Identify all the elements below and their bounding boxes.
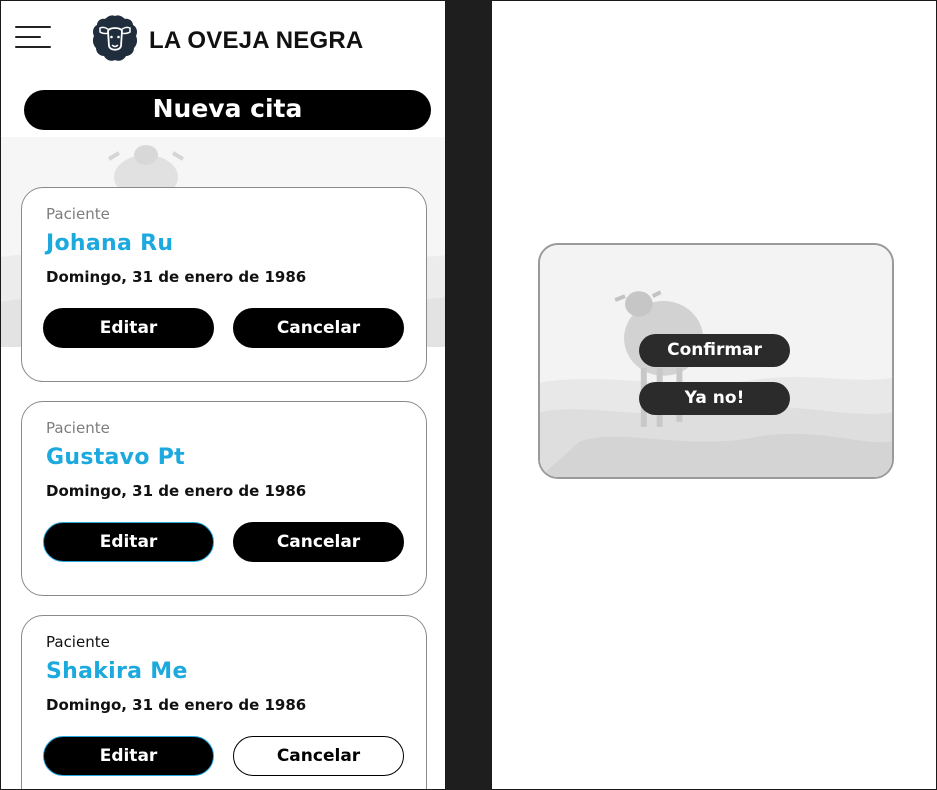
appointment-card: Paciente Johana Ru Domingo, 31 de enero … (21, 187, 427, 382)
hamburger-menu-icon[interactable] (15, 25, 53, 49)
confirm-dialog: Confirmar Ya no! (538, 243, 894, 479)
edit-button[interactable]: Editar (43, 308, 214, 348)
patient-label: Paciente (46, 205, 110, 223)
appointment-date: Domingo, 31 de enero de 1986 (46, 268, 307, 286)
cancel-button[interactable]: Cancelar (233, 522, 404, 562)
brand-name: LA OVEJA NEGRA (149, 27, 364, 54)
cancel-button[interactable]: Cancelar (233, 308, 404, 348)
cancel-button[interactable]: Cancelar (233, 736, 404, 776)
new-appointment-button[interactable]: Nueva cita (24, 90, 431, 130)
patient-name: Shakira Me (46, 659, 188, 684)
appointment-date: Domingo, 31 de enero de 1986 (46, 482, 307, 500)
patient-name: Gustavo Pt (46, 445, 185, 470)
patient-name: Johana Ru (46, 231, 174, 256)
confirm-screen: Confirmar Ya no! (491, 0, 937, 790)
patient-label: Paciente (46, 419, 110, 437)
appointment-date: Domingo, 31 de enero de 1986 (46, 696, 307, 714)
patient-label: Paciente (46, 633, 110, 651)
black-sheep-logo-icon (90, 13, 140, 63)
confirm-button[interactable]: Confirmar (639, 334, 790, 367)
appointments-screen: LA OVEJA NEGRA Nueva cita Paciente Johan… (0, 0, 446, 790)
appointment-card: Paciente Shakira Me Domingo, 31 de enero… (21, 615, 427, 789)
edit-button[interactable]: Editar (43, 522, 214, 562)
decline-button[interactable]: Ya no! (639, 382, 790, 415)
edit-button[interactable]: Editar (43, 736, 214, 776)
appointment-card: Paciente Gustavo Pt Domingo, 31 de enero… (21, 401, 427, 596)
